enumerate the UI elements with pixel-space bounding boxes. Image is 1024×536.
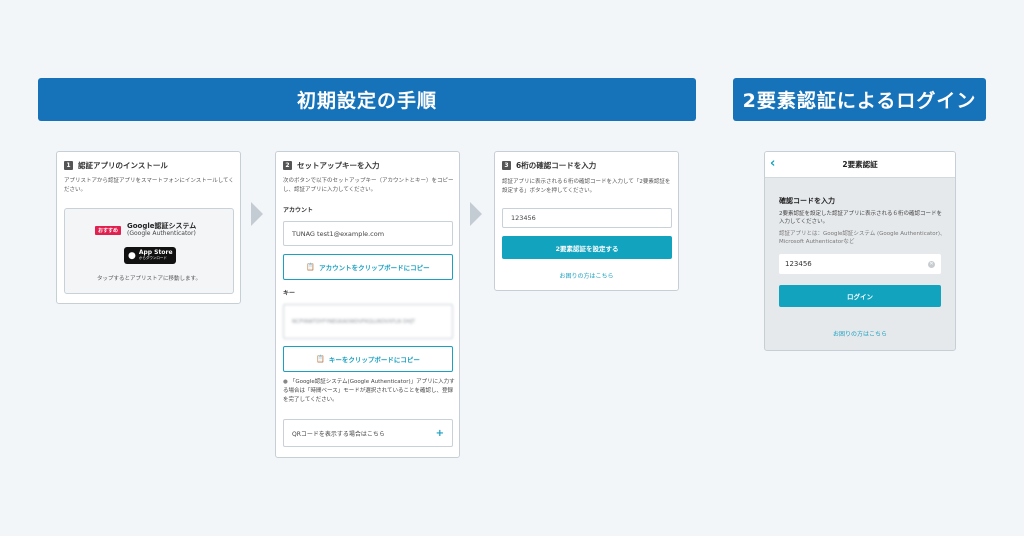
show-qr-code-toggle[interactable]: QRコードを表示する場合はこちら + [283, 419, 453, 447]
step3-description: 認証アプリに表示される６桁の確認コードを入力して「2要素認証を設定する」ボタンを… [502, 179, 671, 194]
help-link[interactable]: お困りの方はこちら [495, 271, 678, 280]
arrow-right-icon [251, 202, 263, 226]
login-header-title: 2要素認証 [842, 160, 878, 169]
copy-account-button[interactable]: 📋 アカウントをクリップボードにコピー [283, 254, 453, 280]
login-code-input[interactable]: 123456 ✕ [779, 254, 941, 274]
enable-2fa-button[interactable]: 2要素認証を設定する [502, 236, 672, 259]
app-store-button[interactable]: ● App Store からダウンロード [124, 247, 176, 264]
tap-note: タップするとアプリストアに移動します。 [97, 276, 201, 282]
chevron-left-icon[interactable]: ‹ [770, 157, 775, 171]
login-button[interactable]: ログイン [779, 285, 941, 307]
step-number: 3 [502, 161, 511, 170]
step1-title: 1 認証アプリのインストール [64, 160, 168, 171]
note-text: 「Google認証システム(Google Authenticator)」アプリに… [283, 379, 455, 403]
verification-code-input[interactable]: 123456 [502, 208, 672, 228]
apple-icon: ● [128, 250, 136, 261]
bullet-icon: ● [283, 379, 288, 385]
clipboard-icon: 📋 [316, 355, 325, 363]
key-field[interactable]: NCPYAWTDYFYNEGKAOWDVFKQLUKOVXFLN DHJT [283, 304, 453, 339]
step3-title-text: 6桁の確認コードを入力 [516, 161, 597, 170]
step2-card: 2 セットアップキーを入力 次のボタンで以下のセットアップキー（アカウントとキー… [275, 151, 460, 458]
copy-key-label: キーをクリップボードにコピー [328, 356, 420, 364]
authenticator-info: 認証アプリとは：Google認証システム (Google Authenticat… [779, 231, 946, 245]
step-number: 1 [64, 161, 73, 170]
step2-title-text: セットアップキーを入力 [297, 161, 380, 170]
step2-title: 2 セットアップキーを入力 [283, 160, 380, 171]
login-banner: 2要素認証によるログイン [733, 78, 986, 121]
recommended-badge: おすすめ [95, 226, 122, 235]
login-header: ‹ 2要素認証 [765, 152, 955, 178]
step3-title: 3 6桁の確認コードを入力 [502, 160, 596, 171]
plus-icon: + [435, 427, 444, 439]
account-field[interactable]: TUNAG test1@example.com [283, 221, 453, 246]
copy-key-button[interactable]: 📋 キーをクリップボードにコピー [283, 346, 453, 372]
login-code-value: 123456 [785, 260, 812, 268]
arrow-right-icon [470, 202, 482, 226]
app-store-sublabel: からダウンロード [138, 256, 167, 261]
qr-toggle-label: QRコードを表示する場合はこちら [292, 430, 385, 438]
setup-steps-banner: 初期設定の手順 [38, 78, 696, 121]
app-subtitle: (Google Authenticator) [127, 230, 196, 237]
code-entry-description: 2要素認証を設定した認証アプリに表示される６桁の確認コードを入力してください。 [779, 211, 943, 225]
step-number: 2 [283, 161, 292, 170]
login-help-link[interactable]: お困りの方はこちら [765, 329, 955, 338]
authenticator-note: ● 「Google認証システム(Google Authenticator)」アプリ… [283, 378, 455, 405]
account-label: アカウント [283, 207, 314, 214]
step2-description: 次のボタンで以下のセットアップキー（アカウントとキー）をコピーし、認証アプリに入… [283, 178, 454, 193]
step1-card: 1 認証アプリのインストール アプリストアから認証アプリをスマートフォンにインス… [56, 151, 241, 304]
code-entry-title: 確認コードを入力 [779, 197, 835, 205]
copy-account-label: アカウントをクリップボードにコピー [319, 264, 430, 272]
step3-card: 3 6桁の確認コードを入力 認証アプリに表示される６桁の確認コードを入力して「2… [494, 151, 679, 291]
key-label: キー [283, 290, 296, 297]
step1-title-text: 認証アプリのインストール [78, 161, 168, 170]
clipboard-icon: 📋 [306, 263, 316, 271]
login-screen: ‹ 2要素認証 確認コードを入力 2要素認証を設定した認証アプリに表示される６桁… [764, 151, 956, 351]
app-install-box[interactable]: おすすめ Google認証システム (Google Authenticator)… [64, 208, 234, 294]
clear-icon[interactable]: ✕ [928, 260, 935, 268]
step1-description: アプリストアから認証アプリをスマートフォンにインストールしてください。 [64, 178, 234, 193]
